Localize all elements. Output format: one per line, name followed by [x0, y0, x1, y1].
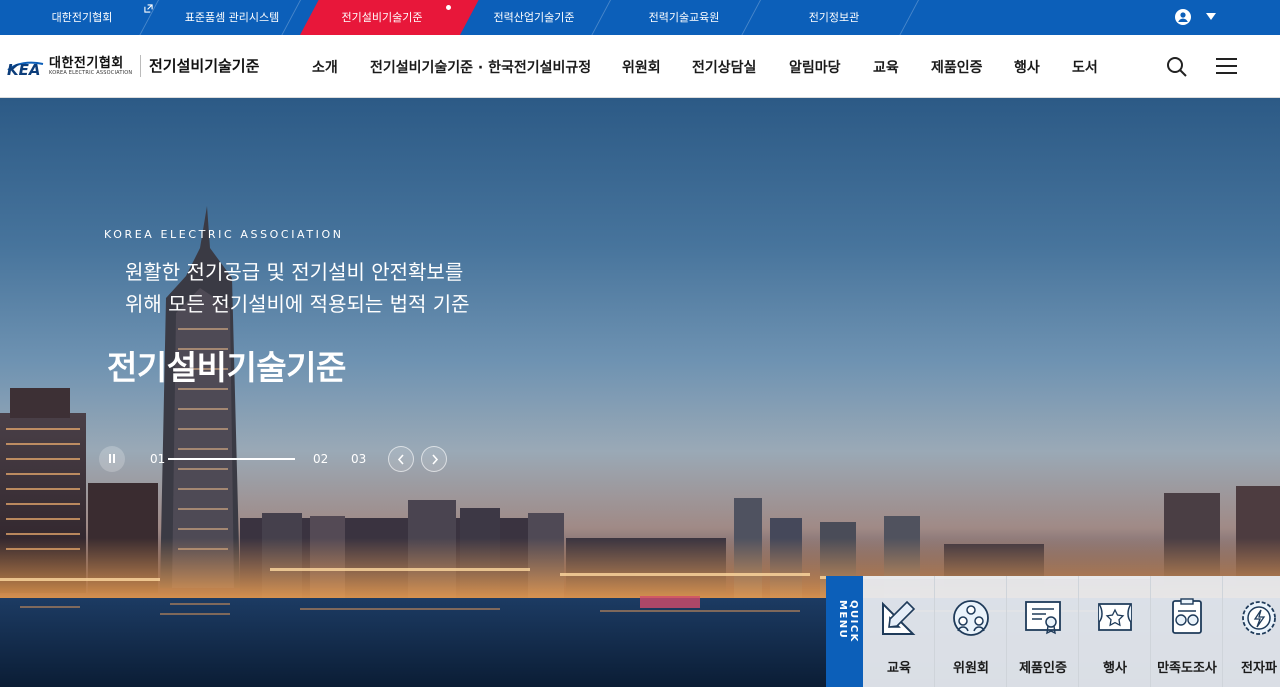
nav-committee[interactable]: 위원회: [622, 57, 661, 77]
nav-consultation[interactable]: 전기상담실: [692, 57, 756, 77]
search-icon[interactable]: [1166, 56, 1187, 77]
quick-item-certification[interactable]: 제품인증: [1007, 576, 1079, 687]
kea-logo-icon[interactable]: KEA: [6, 55, 44, 79]
quick-item-committee[interactable]: 위원회: [935, 576, 1007, 687]
certificate-icon: [1025, 601, 1061, 635]
hamburger-menu-icon[interactable]: [1216, 57, 1237, 75]
ruler-triangle-icon: [882, 600, 916, 635]
electromagnetic-icon: [1242, 601, 1276, 635]
slide-progress-fill: [168, 458, 295, 460]
slide-indicator-3[interactable]: 03: [351, 452, 366, 466]
nav-standards[interactable]: 전기설비기술기준 · 한국전기설비규정: [370, 57, 591, 77]
quick-item-label: 전자파: [1241, 661, 1277, 676]
site-title[interactable]: 전기설비기술기준: [149, 55, 259, 76]
slide-indicator-1[interactable]: 01: [150, 452, 165, 466]
hero-lead-line-2: 위해 모든 전기설비에 적용되는 법적 기준: [125, 292, 470, 316]
quick-item-label: 위원회: [953, 661, 989, 676]
logo-org-name[interactable]: 대한전기협회: [49, 52, 124, 71]
quick-menu-tab[interactable]: QUICK MENU: [826, 576, 863, 687]
tab-kea[interactable]: 대한전기협회: [30, 0, 134, 35]
survey-icon: [1172, 598, 1202, 634]
slide-indicator-2[interactable]: 02: [313, 452, 328, 466]
hero-lead-text: 원활한 전기공급 및 전기설비 안전확보를 위해 모든 전기설비에 적용되는 법…: [125, 256, 470, 320]
slide-progress-bar: [168, 458, 295, 460]
quick-menu: QUICK MENU 교육 위원회 제품인증 행사 만족도조사 전자파: [826, 576, 1280, 687]
nav-certification[interactable]: 제품인증: [931, 57, 983, 77]
caret-down-icon[interactable]: [1206, 13, 1216, 20]
tab-standard-estimate[interactable]: 표준품셈 관리시스템: [170, 0, 294, 35]
nav-intro[interactable]: 소개: [312, 57, 338, 77]
user-icon[interactable]: [1175, 9, 1191, 25]
hero-eyebrow: KOREA ELECTRIC ASSOCIATION: [104, 228, 344, 241]
tab-power-tech-academy[interactable]: 전력기술교육원: [632, 0, 736, 35]
quick-item-survey[interactable]: 만족도조사: [1151, 576, 1223, 687]
quick-item-label: 교육: [887, 661, 911, 676]
hero-lead-line-1: 원활한 전기공급 및 전기설비 안전확보를: [125, 260, 464, 284]
pause-icon: [113, 454, 115, 463]
slider-pause-button[interactable]: [99, 446, 125, 472]
committee-people-icon: [953, 600, 989, 636]
nav-books[interactable]: 도서: [1072, 57, 1098, 77]
slider-next-button[interactable]: [421, 446, 447, 472]
quick-item-label: 만족도조사: [1157, 661, 1217, 676]
tab-divider: [738, 0, 761, 35]
logo-divider: [140, 55, 141, 77]
quick-menu-items: 교육 위원회 제품인증 행사 만족도조사 전자파: [863, 576, 1280, 687]
tab-electric-info-center[interactable]: 전기정보관: [790, 0, 878, 35]
nav-education[interactable]: 교육: [873, 57, 899, 77]
kea-logo-mark: KEA: [7, 61, 40, 79]
quick-item-events[interactable]: 행사: [1079, 576, 1151, 687]
quick-item-label: 제품인증: [1019, 661, 1067, 676]
quick-item-emf[interactable]: 전자파: [1223, 576, 1280, 687]
hero-banner: KOREA ELECTRIC ASSOCIATION 원활한 전기공급 및 전기…: [0, 98, 1280, 687]
slider-prev-button[interactable]: [388, 446, 414, 472]
pause-icon: [109, 454, 111, 463]
quick-item-education[interactable]: 교육: [863, 576, 935, 687]
external-link-icon: [144, 4, 153, 13]
chevron-right-icon: [432, 454, 439, 465]
chevron-left-icon: [397, 454, 404, 465]
nav-events[interactable]: 행사: [1014, 57, 1040, 77]
top-utility-bar: 대한전기협회 표준품셈 관리시스템 전기설비기술기준 전력산업기술기준 전력기술…: [0, 0, 1280, 35]
tab-divider: [896, 0, 919, 35]
tab-power-industry-code[interactable]: 전력산업기술기준: [474, 0, 594, 35]
quick-item-label: 행사: [1103, 661, 1127, 676]
event-stage-icon: [1098, 603, 1132, 631]
nav-notice[interactable]: 알림마당: [789, 57, 841, 77]
active-indicator-dot: [446, 5, 451, 10]
logo-org-name-en: KOREA ELECTRIC ASSOCIATION: [49, 70, 133, 76]
hero-title: 전기설비기술기준: [107, 348, 346, 387]
quick-menu-label: QUICK MENU: [837, 600, 859, 643]
site-header: KEA 대한전기협회 KOREA ELECTRIC ASSOCIATION 전기…: [0, 35, 1280, 98]
